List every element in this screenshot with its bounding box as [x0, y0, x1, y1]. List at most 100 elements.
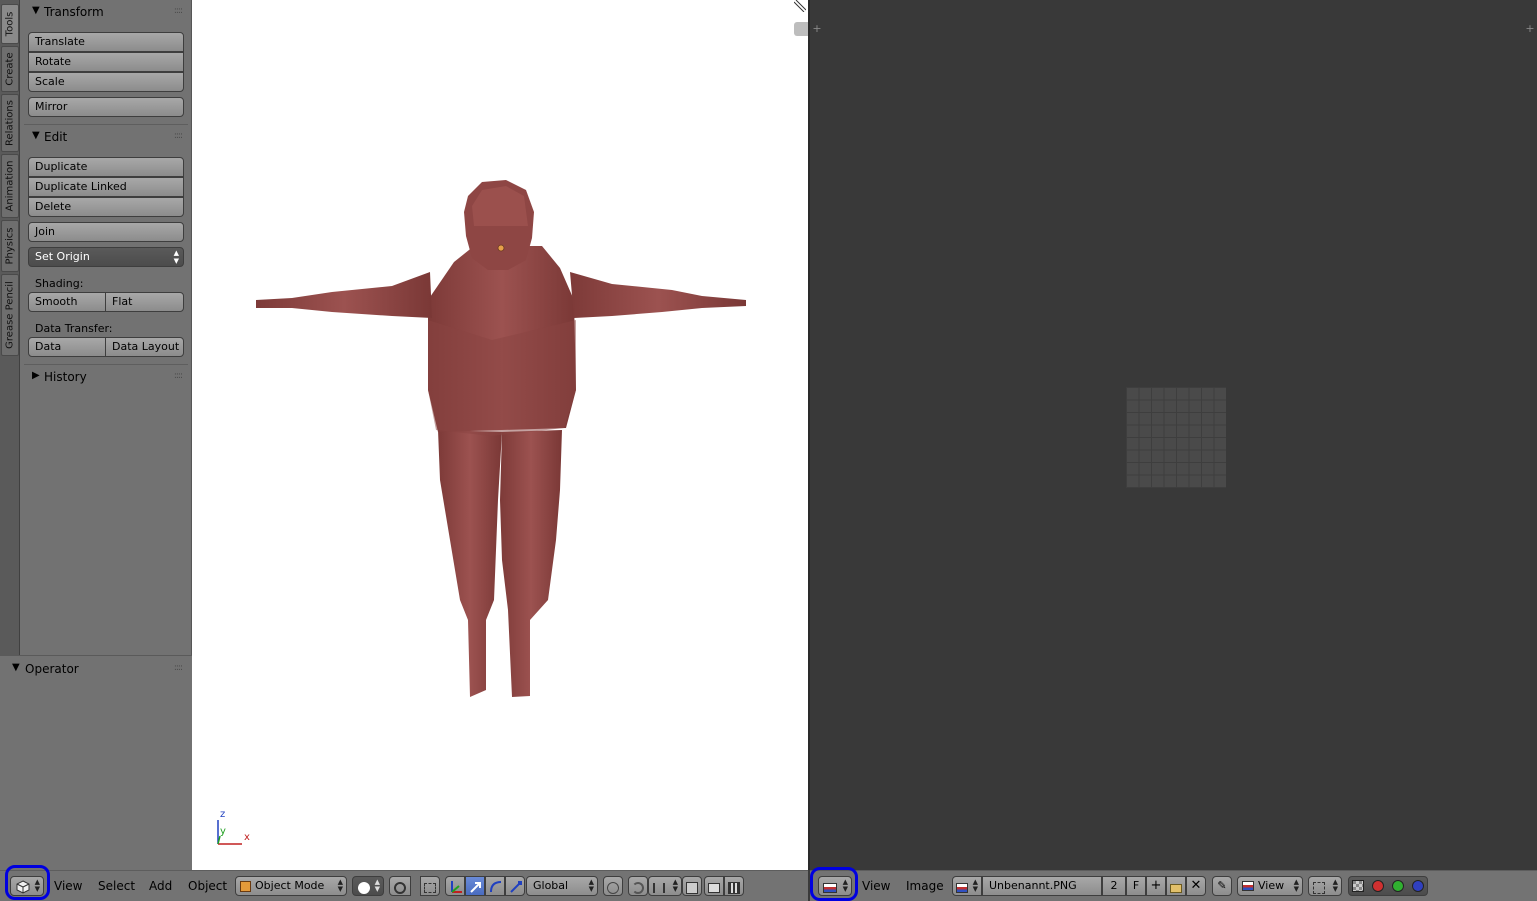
green-channel-icon[interactable]: [1392, 880, 1404, 892]
opengl-render-button[interactable]: [704, 876, 724, 896]
tool-tab-strip: Tools Create Relations Animation Physics…: [0, 0, 20, 655]
pivot-dropdown[interactable]: ▲ ▼: [1308, 876, 1342, 896]
set-origin-label: Set Origin: [35, 250, 90, 263]
menu-add[interactable]: Add: [149, 879, 172, 893]
delete-button[interactable]: Delete: [28, 197, 184, 217]
object-mode-cube-icon: [240, 880, 251, 892]
transform-orientation-dropdown[interactable]: Global ▲ ▼: [526, 876, 598, 896]
tab-physics[interactable]: Physics: [1, 220, 19, 272]
properties-toggle-tab[interactable]: [794, 22, 808, 36]
close-icon: ✕: [1190, 878, 1202, 893]
grid-icon: [686, 881, 698, 894]
shading-label: Shading:: [35, 277, 84, 290]
red-channel-icon[interactable]: [1372, 880, 1384, 892]
axis-arrows-icon: [451, 881, 462, 893]
image-canvas-grid[interactable]: [1126, 387, 1226, 488]
tab-tools-label: Tools: [4, 11, 16, 37]
viewport-shading-dropdown[interactable]: ▲ ▼: [352, 876, 384, 896]
scale-icon: [510, 881, 522, 893]
scale-button[interactable]: Scale: [28, 72, 184, 92]
view-mode-label: View: [1258, 879, 1285, 892]
rotate-button[interactable]: Rotate: [28, 52, 184, 72]
duplicate-linked-button[interactable]: Duplicate Linked: [28, 177, 184, 197]
proportional-edit-button[interactable]: [603, 876, 623, 896]
smooth-button[interactable]: Smooth: [28, 292, 106, 312]
arrow-icon: [470, 882, 481, 893]
tab-tools[interactable]: Tools: [1, 4, 19, 44]
operator-panel: ▼ Operator ::::: [0, 655, 192, 870]
clapperboard-icon: [728, 881, 740, 894]
menu-view[interactable]: View: [862, 879, 890, 893]
blender-window: Tools Create Relations Animation Physics…: [0, 0, 1537, 901]
updown-arrows-icon: ▲ ▼: [972, 878, 978, 893]
blue-channel-icon[interactable]: [1412, 880, 1424, 892]
flat-button[interactable]: Flat: [105, 292, 184, 312]
character-model[interactable]: [192, 0, 808, 870]
pin-icon: ✎: [1217, 879, 1227, 892]
toolbar-toggle-plus-icon[interactable]: +: [812, 23, 822, 34]
set-origin-dropdown[interactable]: Set Origin ▲ ▼: [28, 247, 184, 267]
axis-y-label: y: [220, 826, 226, 837]
image-browse-icon: [956, 883, 968, 893]
transform-panel-header[interactable]: ▼ Transform ::::: [24, 2, 188, 22]
menu-select[interactable]: Select: [98, 879, 135, 893]
menu-object[interactable]: Object: [188, 879, 227, 893]
snap-target-button[interactable]: [682, 876, 702, 896]
expand-down-icon: ▼: [32, 130, 40, 141]
snap-element-dropdown[interactable]: ▲ ▼: [648, 876, 682, 896]
3d-viewport[interactable]: z y x: [192, 0, 808, 870]
menu-image[interactable]: Image: [906, 879, 944, 893]
duplicate-button[interactable]: Duplicate: [28, 157, 184, 177]
drag-grip-icon[interactable]: ::::: [174, 131, 183, 141]
tab-create[interactable]: Create: [1, 46, 19, 92]
image-users-count[interactable]: 2: [1102, 876, 1126, 896]
highlight-annotation: [5, 865, 50, 900]
mode-label: Object Mode: [255, 879, 325, 892]
open-image-button[interactable]: [1166, 876, 1186, 896]
unlink-image-button[interactable]: ✕: [1186, 876, 1206, 896]
opengl-render-animation-button[interactable]: [724, 876, 744, 896]
data-button[interactable]: Data: [28, 337, 106, 357]
data-layout-button[interactable]: Data Layout: [105, 337, 184, 357]
pivot-point-button[interactable]: [389, 876, 411, 896]
new-image-button[interactable]: +: [1146, 876, 1166, 896]
axis-z-label: z: [220, 809, 226, 820]
tab-grease-pencil[interactable]: Grease Pencil: [1, 274, 19, 356]
camera-icon: [708, 883, 720, 893]
manipulator-toggle-button[interactable]: [420, 876, 440, 896]
mode-dropdown[interactable]: Object Mode ▲ ▼: [235, 876, 347, 896]
image-name-field[interactable]: Unbenannt.PNG: [982, 876, 1102, 896]
view-mode-dropdown[interactable]: View ▲ ▼: [1237, 876, 1303, 896]
edit-panel-header[interactable]: ▼ Edit ::::: [24, 127, 188, 147]
area-split-corner-icon[interactable]: [794, 0, 806, 12]
menu-view[interactable]: View: [54, 879, 82, 893]
pin-image-button[interactable]: ✎: [1212, 876, 1232, 896]
solid-sphere-icon: [358, 881, 370, 894]
mirror-button[interactable]: Mirror: [28, 97, 184, 117]
tab-animation[interactable]: Animation: [1, 154, 19, 218]
transform-title: Transform: [44, 5, 104, 19]
properties-toggle-plus-icon[interactable]: +: [1525, 23, 1535, 34]
drag-grip-icon[interactable]: ::::: [174, 371, 183, 381]
scale-tool-button[interactable]: [505, 876, 525, 896]
updown-arrows-icon: ▲ ▼: [374, 878, 380, 893]
history-panel-header[interactable]: ▶ History ::::: [24, 367, 188, 387]
updown-arrows-icon: ▲ ▼: [1332, 878, 1338, 893]
rotate-tool-button[interactable]: [485, 876, 505, 896]
expand-right-icon: ▶: [32, 370, 40, 381]
alpha-checker-icon[interactable]: [1352, 880, 1364, 892]
drag-grip-icon[interactable]: ::::: [174, 6, 183, 16]
image-editor[interactable]: + +: [808, 0, 1537, 870]
operator-panel-header[interactable]: ▼ Operator ::::: [0, 659, 188, 679]
tab-relations[interactable]: Relations: [1, 94, 19, 152]
browse-image-button[interactable]: ▲ ▼: [952, 876, 982, 896]
fake-user-toggle[interactable]: F: [1126, 876, 1146, 896]
snap-toggle-button[interactable]: [628, 876, 648, 896]
pivot-point-icon: [394, 881, 406, 894]
join-button[interactable]: Join: [28, 222, 184, 242]
translate-manipulator-button[interactable]: [445, 876, 465, 896]
drag-grip-icon[interactable]: ::::: [174, 663, 183, 673]
translate-button[interactable]: Translate: [28, 32, 184, 52]
operator-title: Operator: [25, 662, 79, 676]
translate-tool-button[interactable]: [465, 876, 485, 896]
